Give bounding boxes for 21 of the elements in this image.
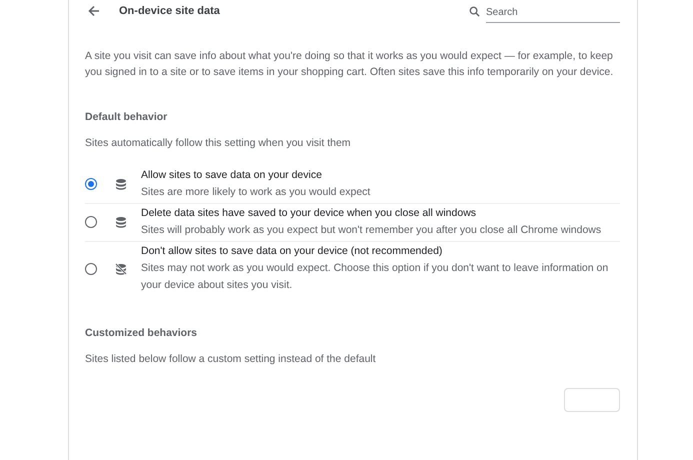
search-icon: [469, 6, 480, 16]
description-text: A site you visit can save info about what you're doing so that it works as you would expect — for example, to keep you signed in to a site or to save items in your shopping cart. Often sites save this info temporarily on your device.: [85, 49, 614, 80]
radio-button[interactable]: [85, 216, 97, 228]
section-heading: Default behavior: [85, 110, 168, 124]
option-description: Sites are more likely to work as you would expect: [141, 185, 370, 200]
database-icon: [115, 262, 127, 274]
page-title: On-device site data: [119, 5, 220, 17]
database-icon: [115, 216, 127, 228]
back-arrow-icon[interactable]: [87, 4, 101, 18]
search-field[interactable]: Search: [486, 7, 620, 23]
section-subtitle: Sites automatically follow this setting when you visit them: [85, 136, 352, 150]
option-description: Sites will probably work as you expect but won't remember you after you close all Chrome windows: [141, 223, 602, 238]
option-label: Don't allow sites to save data on your device (not recommended): [141, 244, 444, 259]
option-label: Allow sites to save data on your device: [141, 168, 323, 183]
option-description: Sites may not work as you would expect. Choose this option if you don't want to leave information on your device about sites you visit.: [141, 261, 610, 293]
section-subtitle: Sites listed below follow a custom setting instead of the default: [85, 352, 377, 366]
radio-button[interactable]: [85, 262, 97, 274]
option-label: Delete data sites have saved to your device when you close all windows: [141, 206, 478, 221]
radio-button[interactable]: [85, 178, 97, 190]
database-icon: [115, 178, 127, 190]
section-heading: Customized behaviors: [85, 326, 198, 340]
